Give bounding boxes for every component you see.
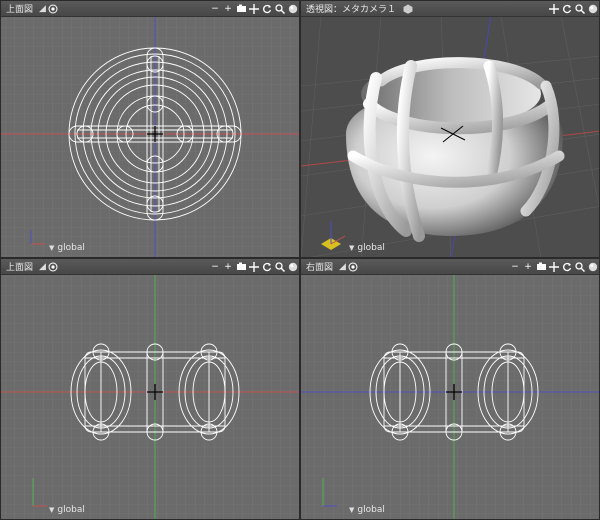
plus-icon[interactable]: + xyxy=(222,3,234,15)
viewport-perspective[interactable]: 透視図：メタカメラ１ ▼ global xyxy=(300,0,600,258)
minus-icon[interactable]: − xyxy=(209,3,221,15)
plus-icon[interactable]: + xyxy=(222,261,234,273)
camera-icon[interactable] xyxy=(235,3,247,15)
camera-icon[interactable] xyxy=(235,261,247,273)
dropdown-triangle-icon: ▼ xyxy=(349,244,355,252)
viewport-header: 透視図：メタカメラ１ xyxy=(301,1,599,17)
top-view-canvas[interactable] xyxy=(1,16,300,258)
coord-system-label: global xyxy=(57,243,85,253)
dropdown-triangle-icon: ▼ xyxy=(349,506,355,514)
front-view-canvas[interactable] xyxy=(1,274,300,520)
sphere-icon[interactable] xyxy=(587,261,599,273)
sphere-icon[interactable] xyxy=(587,3,599,15)
viewport-title[interactable]: 透視図：メタカメラ１ xyxy=(306,2,396,15)
coord-system-selector[interactable]: ▼ global xyxy=(349,505,385,515)
cube-icon[interactable] xyxy=(402,3,414,15)
sphere-icon[interactable] xyxy=(287,261,299,273)
viewport-front[interactable]: 上面図 ◢ − + ▼ global xyxy=(0,258,300,520)
sphere-icon[interactable] xyxy=(287,3,299,15)
camera-icon[interactable] xyxy=(535,261,547,273)
dropdown-triangle-icon: ▼ xyxy=(49,506,55,514)
move-icon[interactable] xyxy=(548,261,560,273)
coord-system-label: global xyxy=(357,505,385,515)
mesh-object[interactable] xyxy=(346,57,565,242)
viewport-title[interactable]: 上面図 xyxy=(6,2,33,15)
viewport-menu-corner[interactable]: ◢ xyxy=(39,262,46,272)
rotate-icon[interactable] xyxy=(561,3,573,15)
coord-system-label: global xyxy=(57,505,85,515)
move-icon[interactable] xyxy=(548,3,560,15)
viewport-header: 上面図 ◢ − + xyxy=(1,259,299,275)
eye-icon[interactable] xyxy=(47,261,59,273)
rotate-icon[interactable] xyxy=(261,3,273,15)
move-icon[interactable] xyxy=(248,3,260,15)
viewport-menu-corner[interactable]: ◢ xyxy=(339,262,346,272)
minus-icon[interactable]: − xyxy=(209,261,221,273)
dropdown-triangle-icon: ▼ xyxy=(49,244,55,252)
eye-icon[interactable] xyxy=(347,261,359,273)
eye-icon[interactable] xyxy=(47,3,59,15)
viewport-right[interactable]: 右面図 ◢ − + ▼ global xyxy=(300,258,600,520)
viewport-menu-corner[interactable]: ◢ xyxy=(39,4,46,14)
viewport-header: 右面図 ◢ − + xyxy=(301,259,599,275)
rotate-icon[interactable] xyxy=(261,261,273,273)
coord-system-label: global xyxy=(357,243,385,253)
move-icon[interactable] xyxy=(248,261,260,273)
zoom-icon[interactable] xyxy=(574,261,586,273)
zoom-icon[interactable] xyxy=(274,3,286,15)
rotate-icon[interactable] xyxy=(561,261,573,273)
plus-icon[interactable]: + xyxy=(522,261,534,273)
coord-system-selector[interactable]: ▼ global xyxy=(349,243,385,253)
viewport-title[interactable]: 右面図 xyxy=(306,260,333,273)
perspective-canvas[interactable] xyxy=(301,16,600,258)
minus-icon[interactable]: − xyxy=(509,261,521,273)
viewport-title[interactable]: 上面図 xyxy=(6,260,33,273)
viewport-header: 上面図 ◢ − + xyxy=(1,1,299,17)
zoom-icon[interactable] xyxy=(274,261,286,273)
right-view-canvas[interactable] xyxy=(301,274,600,520)
viewport-top[interactable]: 上面図 ◢ − + ▼ global xyxy=(0,0,300,258)
zoom-icon[interactable] xyxy=(574,3,586,15)
coord-system-selector[interactable]: ▼ global xyxy=(49,505,85,515)
coord-system-selector[interactable]: ▼ global xyxy=(49,243,85,253)
